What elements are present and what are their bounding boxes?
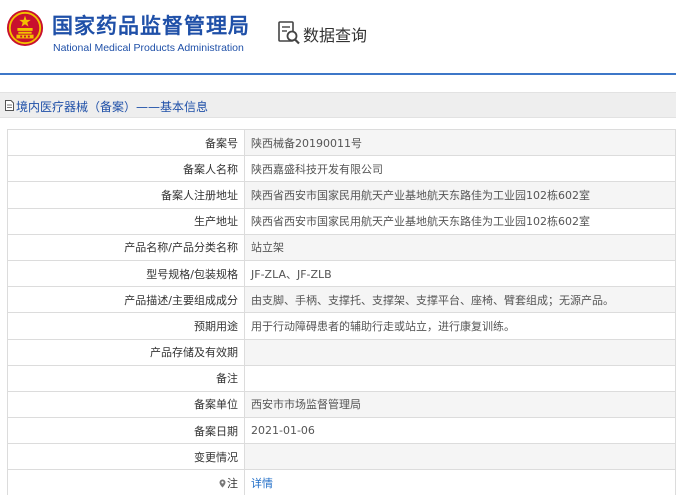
row-value: JF-ZLA、JF-ZLB [244, 259, 676, 288]
row-value: 用于行动障碍患者的辅助行走或站立，进行康复训练。 [244, 312, 676, 340]
row-label: 生产地址 [7, 207, 245, 235]
table-row: 注 详情 [7, 469, 676, 495]
table-row: 预期用途 用于行动障碍患者的辅助行走或站立，进行康复训练。 [7, 312, 676, 340]
breadcrumb-text: 境内医疗器械（备案）——基本信息 [16, 100, 209, 114]
table-row: 型号规格/包装规格 JF-ZLA、JF-ZLB [7, 259, 676, 288]
row-label: 备案人注册地址 [7, 181, 245, 209]
table-row: 备案日期 2021-01-06 [7, 417, 676, 445]
row-value: 陕西械备20190011号 [244, 128, 676, 157]
note-label-cell: 注 [7, 469, 245, 495]
table-row: 备案人名称 陕西嘉盛科技开发有限公司 [7, 155, 676, 183]
pin-icon [219, 479, 226, 488]
row-value [244, 364, 676, 392]
row-label: 产品描述/主要组成成分 [7, 286, 245, 314]
breadcrumb: 境内医疗器械（备案）——基本信息 [0, 92, 676, 118]
row-label: 产品名称/产品分类名称 [7, 233, 245, 261]
table-row: 产品描述/主要组成成分 由支脚、手柄、支撑托、支撑架、支撑平台、座椅、臂套组成；… [7, 286, 676, 314]
row-value [244, 443, 676, 471]
table-row: 产品存储及有效期 [7, 338, 676, 366]
document-icon [5, 100, 14, 111]
data-query-title: 数据查询 [303, 26, 368, 45]
site-header: 国家药品监督管理局 National Medical Products Admi… [0, 0, 676, 76]
note-value-cell: 详情 [244, 469, 676, 495]
details-link[interactable]: 详情 [251, 477, 273, 490]
row-value [244, 338, 676, 366]
table-row: 备案人注册地址 陕西省西安市国家民用航天产业基地航天东路佳为工业园102栋602… [7, 181, 676, 209]
row-label: 变更情况 [7, 443, 245, 471]
row-value: 陕西省西安市国家民用航天产业基地航天东路佳为工业园102栋602室 [244, 181, 676, 209]
table-row: 生产地址 陕西省西安市国家民用航天产业基地航天东路佳为工业园102栋602室 [7, 207, 676, 235]
row-label: 备注 [7, 364, 245, 392]
row-label: 备案单位 [7, 390, 245, 419]
table-row: 产品名称/产品分类名称 站立架 [7, 233, 676, 261]
site-name: 国家药品监督管理局 [52, 14, 250, 38]
table-row: 备注 [7, 364, 676, 392]
row-value: 西安市市场监督管理局 [244, 390, 676, 419]
row-value: 陕西嘉盛科技开发有限公司 [244, 155, 676, 183]
row-label: 备案号 [7, 128, 245, 157]
row-label: 型号规格/包装规格 [7, 259, 245, 288]
row-value: 由支脚、手柄、支撑托、支撑架、支撑平台、座椅、臂套组成；无源产品。 [244, 286, 676, 314]
table-row: 变更情况 [7, 443, 676, 471]
national-emblem-icon [6, 9, 44, 47]
site-name-english: National Medical Products Administration [53, 42, 244, 54]
table-row: 备案号 陕西械备20190011号 [7, 128, 676, 157]
note-label: 注 [227, 477, 238, 491]
row-value: 站立架 [244, 233, 676, 261]
row-label: 备案人名称 [7, 155, 245, 183]
row-value: 2021-01-06 [244, 417, 676, 445]
header-divider [0, 73, 676, 75]
table-row: 备案单位 西安市市场监督管理局 [7, 390, 676, 419]
row-label: 预期用途 [7, 312, 245, 340]
row-value: 陕西省西安市国家民用航天产业基地航天东路佳为工业园102栋602室 [244, 207, 676, 235]
row-label: 产品存储及有效期 [7, 338, 245, 366]
detail-table: 备案号 陕西械备20190011号 备案人名称 陕西嘉盛科技开发有限公司 备案人… [7, 128, 676, 495]
row-label: 备案日期 [7, 417, 245, 445]
data-query-icon [278, 21, 300, 45]
